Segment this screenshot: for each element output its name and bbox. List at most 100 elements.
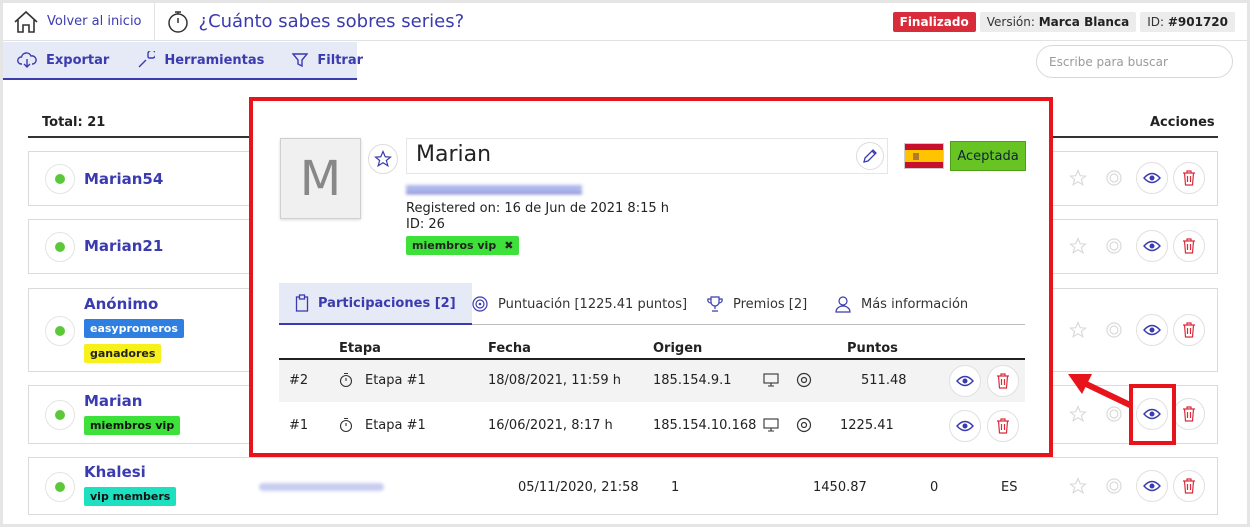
tab-puntuacion[interactable]: Puntuación [1225.41 puntos] xyxy=(471,283,687,325)
view-button[interactable] xyxy=(1136,162,1168,194)
view-button[interactable] xyxy=(949,365,981,397)
trash-icon xyxy=(1183,478,1195,494)
trash-icon xyxy=(997,373,1009,389)
tab-premios[interactable]: Premios [2] xyxy=(706,283,807,325)
favorite-button[interactable] xyxy=(1068,236,1088,256)
trash-icon xyxy=(1183,406,1195,422)
eye-icon xyxy=(1143,240,1161,252)
target-icon xyxy=(1106,238,1122,254)
target-icon xyxy=(472,296,488,312)
filter-button[interactable]: Filtrar xyxy=(278,52,377,68)
desktop-icon xyxy=(763,418,779,432)
home-link[interactable]: Volver al inicio xyxy=(3,2,155,41)
favorite-button[interactable] xyxy=(1068,476,1088,496)
view-button[interactable] xyxy=(1136,230,1168,262)
delete-button[interactable] xyxy=(987,410,1019,442)
edit-name-button[interactable] xyxy=(856,142,884,170)
trash-icon xyxy=(1183,170,1195,186)
remove-tag-icon[interactable]: ✖ xyxy=(504,239,513,252)
tab-label: Participaciones [2] xyxy=(318,295,456,311)
table-row: #1 Etapa #1 16/06/2021, 8:17 h 185.154.1… xyxy=(279,405,1025,447)
puntos-cell: 511.48 xyxy=(861,373,907,388)
search-input[interactable] xyxy=(1036,45,1233,78)
score-button[interactable] xyxy=(1104,320,1124,340)
tab-label: Puntuación [1225.41 puntos] xyxy=(498,296,688,312)
version-value: Marca Blanca xyxy=(1038,14,1130,29)
chrome-icon xyxy=(796,372,812,388)
user-tag: vip members xyxy=(84,487,177,506)
tab-mas-informacion[interactable]: Más información xyxy=(834,283,968,325)
star-icon xyxy=(374,150,392,168)
user-name[interactable]: Marian54 xyxy=(84,170,163,188)
row-date: 05/11/2020, 21:58 xyxy=(518,480,639,495)
online-indicator xyxy=(45,164,75,194)
filter-icon xyxy=(292,53,309,68)
score-button[interactable] xyxy=(1104,236,1124,256)
participant-modal: M Marian Aceptada Registered on: 16 de J… xyxy=(249,97,1053,457)
list-item[interactable]: Khalesi vip members 05/11/2020, 21:58 1 … xyxy=(28,457,1218,515)
delete-button[interactable] xyxy=(1173,314,1205,346)
user-name[interactable]: Marian xyxy=(84,392,142,410)
fecha-cell: 16/06/2021, 8:17 h xyxy=(488,418,613,433)
participant-tag: miembros vip ✖ xyxy=(406,236,520,255)
status-accepted-button[interactable]: Aceptada xyxy=(950,141,1026,171)
user-name[interactable]: Khalesi xyxy=(84,463,146,481)
desktop-icon xyxy=(763,373,779,387)
toolbar: Exportar Herramientas Filtrar xyxy=(3,42,363,80)
actions-header: Acciones xyxy=(1150,115,1215,130)
user-tag: miembros vip xyxy=(84,416,181,435)
star-icon xyxy=(1069,169,1087,186)
puntos-cell: 1225.41 xyxy=(840,418,894,433)
eye-icon xyxy=(1143,324,1161,336)
target-icon xyxy=(1106,478,1122,494)
target-icon xyxy=(1106,170,1122,186)
favorite-button[interactable] xyxy=(1068,168,1088,188)
delete-button[interactable] xyxy=(1173,398,1205,430)
view-button[interactable] xyxy=(949,410,981,442)
tab-participaciones[interactable]: Participaciones [2] xyxy=(279,283,472,325)
total-count: Total: 21 xyxy=(42,115,106,130)
ip-cell: 185.154.10.168 xyxy=(653,418,757,433)
id-value: #901720 xyxy=(1167,14,1228,29)
blurred-email xyxy=(259,483,384,491)
top-bar: Volver al inicio ¿Cuánto sabes sobres se… xyxy=(3,2,1247,41)
delete-button[interactable] xyxy=(1173,470,1205,502)
name-field[interactable]: Marian xyxy=(406,138,888,174)
blurred-email-link[interactable] xyxy=(406,185,582,194)
score-button[interactable] xyxy=(1104,168,1124,188)
delete-button[interactable] xyxy=(987,365,1019,397)
version-label: Versión: xyxy=(986,14,1035,29)
star-icon xyxy=(1069,237,1087,254)
favorite-button[interactable] xyxy=(368,144,398,174)
registered-date: Registered on: 16 de Jun de 2021 8:15 h xyxy=(406,201,669,216)
export-label: Exportar xyxy=(46,52,110,68)
delete-button[interactable] xyxy=(1173,230,1205,262)
favorite-button[interactable] xyxy=(1068,320,1088,340)
filter-label: Filtrar xyxy=(317,52,364,68)
row-points: 1450.87 xyxy=(813,480,867,495)
eye-icon xyxy=(956,375,974,387)
wrench-icon xyxy=(138,51,156,68)
online-indicator xyxy=(45,400,75,430)
stopwatch-icon xyxy=(339,372,353,388)
etapa-cell: Etapa #1 xyxy=(365,373,426,388)
tools-button[interactable]: Herramientas xyxy=(123,51,278,69)
etapa-cell: Etapa #1 xyxy=(365,418,426,433)
stopwatch-icon xyxy=(167,10,188,33)
online-indicator xyxy=(45,472,75,502)
user-name[interactable]: Anónimo xyxy=(84,295,158,313)
user-icon xyxy=(835,296,851,313)
id-badge: ID: #901720 xyxy=(1140,11,1235,32)
view-button[interactable] xyxy=(1136,470,1168,502)
eye-icon xyxy=(1143,480,1161,492)
modal-tabs: Participaciones [2] Puntuación [1225.41 … xyxy=(279,283,1025,325)
export-button[interactable]: Exportar xyxy=(3,52,123,68)
view-button[interactable] xyxy=(1136,314,1168,346)
user-tag: ganadores xyxy=(84,344,162,363)
participation-number: #1 xyxy=(289,418,309,433)
user-name[interactable]: Marian21 xyxy=(84,237,163,255)
score-button[interactable] xyxy=(1104,476,1124,496)
participant-name: Marian xyxy=(416,142,492,167)
delete-button[interactable] xyxy=(1173,162,1205,194)
stopwatch-icon xyxy=(339,417,353,433)
